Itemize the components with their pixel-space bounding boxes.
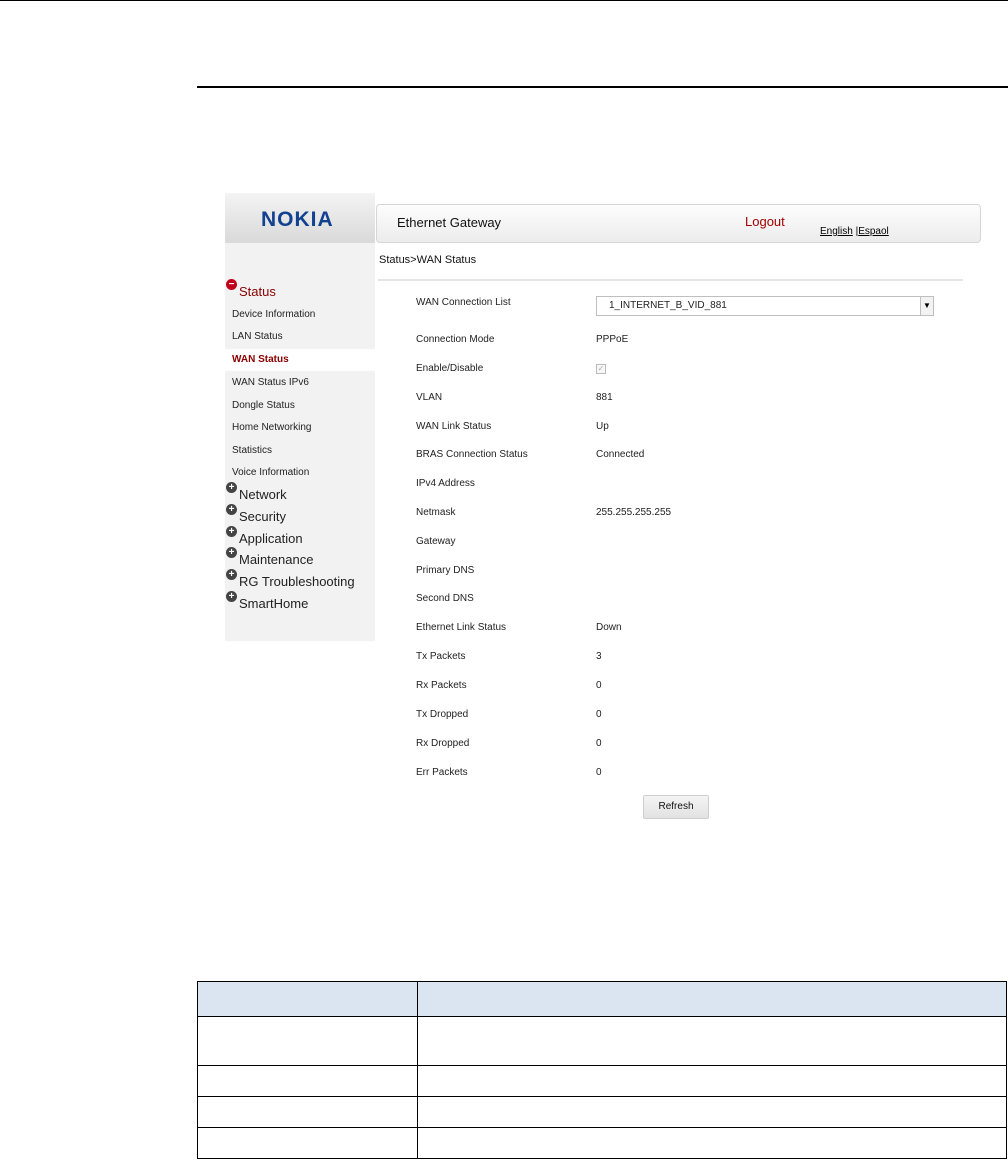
sidebar-section-label: RG Troubleshooting <box>239 574 355 589</box>
field-label: Connection Mode <box>416 334 495 345</box>
sidebar-item-wan-status[interactable]: WAN Status <box>225 349 375 371</box>
expand-icon: + <box>226 504 237 515</box>
sidebar-section-label: Security <box>239 509 286 524</box>
header-bar: Ethernet Gateway Logout English |Espaol <box>376 204 981 243</box>
parameter-description-table <box>197 981 1007 1159</box>
expand-icon: + <box>226 547 237 558</box>
field-label: VLAN <box>416 392 443 403</box>
table-cell <box>197 1096 418 1128</box>
expand-icon: + <box>226 482 237 493</box>
enable-checkbox[interactable]: ✓ <box>596 364 606 374</box>
logo-area: NOKIA <box>225 193 375 243</box>
field-value: Connected <box>596 449 645 460</box>
sidebar-item-lan-status[interactable]: LAN Status <box>225 326 375 348</box>
router-web-ui-screenshot: NOKIA − Status Device Information LAN Sta… <box>225 193 983 833</box>
field-value: PPPoE <box>596 334 629 345</box>
field-label: Netmask <box>416 507 456 518</box>
nokia-logo: NOKIA <box>261 208 334 231</box>
field-label: Enable/Disable <box>416 363 484 374</box>
table-row <box>197 1016 1007 1066</box>
table-cell <box>197 1065 418 1097</box>
sidebar-section-label: Status <box>239 284 276 299</box>
field-label: Tx Packets <box>416 651 466 662</box>
field-label: Rx Packets <box>416 680 467 691</box>
table-row <box>197 1096 1007 1128</box>
breadcrumb: Status>WAN Status <box>379 254 477 266</box>
sidebar-item-device-information[interactable]: Device Information <box>225 304 375 326</box>
sidebar-item-statistics[interactable]: Statistics <box>225 440 375 462</box>
field-value: Down <box>596 622 622 633</box>
field-label: IPv4 Address <box>416 478 475 489</box>
field-label: Primary DNS <box>416 565 475 576</box>
sidebar-section-network[interactable]: + Network <box>225 482 287 506</box>
field-label: WAN Connection List <box>416 297 511 308</box>
expand-icon: + <box>226 591 237 602</box>
lang-english-link[interactable]: English <box>820 226 853 237</box>
field-value: Up <box>596 421 609 432</box>
table-header-cell <box>417 981 1007 1017</box>
select-value: 1_INTERNET_B_VID_881 <box>609 300 727 311</box>
page-top-rule <box>0 0 1008 1</box>
table-row <box>197 1065 1007 1097</box>
field-label: Tx Dropped <box>416 709 469 720</box>
field-label: Rx Dropped <box>416 738 470 749</box>
table-cell <box>197 1016 418 1066</box>
sidebar-section-rg-troubleshooting[interactable]: + RG Troubleshooting <box>225 569 355 593</box>
gateway-title: Ethernet Gateway <box>397 215 502 230</box>
table-cell <box>417 1016 1007 1066</box>
breadcrumb-divider <box>378 279 963 281</box>
sidebar-item-wan-status-ipv6[interactable]: WAN Status IPv6 <box>225 372 375 394</box>
field-label: Ethernet Link Status <box>416 622 507 633</box>
field-value: 255.255.255.255 <box>596 507 672 518</box>
field-label: Err Packets <box>416 767 468 778</box>
table-header-cell <box>197 981 418 1017</box>
sidebar-section-label: Application <box>239 531 303 546</box>
field-value: 3 <box>596 651 602 662</box>
sidebar-item-home-networking[interactable]: Home Networking <box>225 417 375 439</box>
logout-link[interactable]: Logout <box>745 214 785 229</box>
dropdown-arrow-icon: ▼ <box>920 297 933 315</box>
sidebar-section-maintenance[interactable]: + Maintenance <box>225 547 314 571</box>
table-header-row <box>197 981 1007 1017</box>
refresh-button[interactable]: Refresh <box>643 795 709 819</box>
field-label: BRAS Connection Status <box>416 449 528 460</box>
sidebar-section-label: SmartHome <box>239 596 309 611</box>
field-value: 0 <box>596 709 602 720</box>
collapse-icon: − <box>226 279 237 290</box>
sidebar-section-status[interactable]: − Status <box>225 279 276 303</box>
table-cell <box>417 1096 1007 1128</box>
table-row <box>197 1127 1007 1159</box>
lang-espanol-link[interactable]: Espaol <box>858 226 889 237</box>
sidebar-section-label: Maintenance <box>239 552 314 567</box>
sidebar-section-label: Network <box>239 487 287 502</box>
language-switcher: English |Espaol <box>820 226 889 237</box>
field-label: WAN Link Status <box>416 421 492 432</box>
sidebar-section-application[interactable]: + Application <box>225 526 303 550</box>
field-value: 0 <box>596 738 602 749</box>
expand-icon: + <box>226 526 237 537</box>
sidebar-item-dongle-status[interactable]: Dongle Status <box>225 395 375 417</box>
expand-icon: + <box>226 569 237 580</box>
document-header-rule <box>197 86 1008 88</box>
table-cell <box>197 1127 418 1159</box>
field-label: Second DNS <box>416 593 474 604</box>
field-label: Gateway <box>416 536 456 547</box>
field-value: 0 <box>596 767 602 778</box>
table-cell <box>417 1127 1007 1159</box>
sidebar-item-voice-information[interactable]: Voice Information <box>225 462 375 484</box>
field-value: 881 <box>596 392 613 403</box>
table-cell <box>417 1065 1007 1097</box>
sidebar-section-security[interactable]: + Security <box>225 504 286 528</box>
sidebar-section-smarthome[interactable]: + SmartHome <box>225 591 309 615</box>
wan-connection-select[interactable]: 1_INTERNET_B_VID_881 ▼ <box>596 296 934 316</box>
field-value: 0 <box>596 680 602 691</box>
